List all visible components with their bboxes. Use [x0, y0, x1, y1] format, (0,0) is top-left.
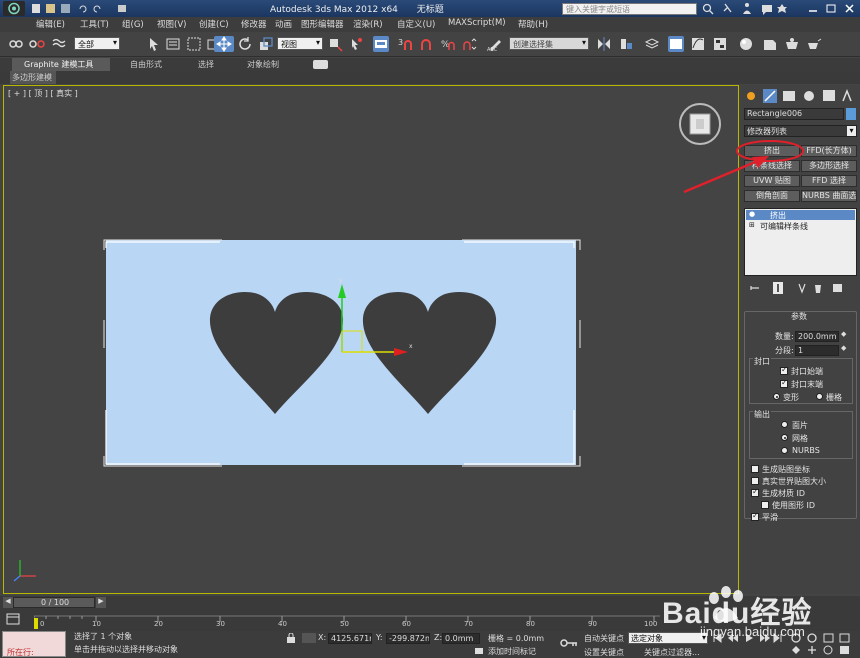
z-coord-value: 0.0mm [445, 634, 474, 643]
ruler-label: 100 [644, 620, 658, 628]
selection-status: 选择了 1 个对象 [72, 632, 272, 643]
key-filters-button[interactable]: 关键点过滤器... [644, 647, 700, 658]
prompt-line: 单击并拖动以选择并移动对象 [72, 645, 282, 656]
time-slider-frame: 0 / 100 [41, 598, 70, 607]
watermark-url: jingyan.baidu.com [700, 624, 805, 639]
ruler-label: 50 [340, 620, 349, 628]
maxscript-listener[interactable]: 所在行: [2, 631, 66, 657]
ruler-label: 60 [402, 620, 411, 628]
absolute-mode-icon[interactable] [302, 633, 316, 643]
prompt-text: 单击并拖动以选择并移动对象 [74, 645, 178, 654]
ruler-label: 0 [40, 620, 45, 628]
x-coord-label: X: [318, 633, 327, 642]
time-tag-icon[interactable] [474, 646, 484, 656]
auto-key-button[interactable]: 自动关键点 [584, 633, 624, 644]
x-coord-field[interactable]: 4125.671m [328, 633, 372, 644]
y-coord-label: Y: [376, 633, 383, 642]
z-coord-field[interactable]: 0.0mm [442, 633, 480, 644]
set-key-button[interactable]: 设置关键点 [584, 647, 624, 658]
time-ruler: 0 10 20 30 40 50 60 70 80 90 100 [33, 610, 660, 630]
ruler-label: 20 [154, 620, 163, 628]
selection-status-text: 选择了 1 个对象 [74, 632, 133, 641]
z-coord-label: Z: [434, 633, 443, 642]
time-slider-left-arrow[interactable]: ◀ [3, 597, 13, 608]
selected-object-value: 选定对象 [631, 634, 663, 643]
annotation-overlay [683, 140, 804, 194]
ruler-label: 10 [92, 620, 101, 628]
time-slider-right-arrow[interactable]: ▶ [96, 597, 106, 608]
x-coord-value: 4125.671m [331, 634, 371, 643]
maxscript-listener-label: 所在行: [7, 648, 34, 657]
highlight-ellipse [736, 140, 804, 162]
annotation-arrow [683, 158, 761, 194]
baidu-watermark: Baidu经验 jingyan.baidu.com [660, 586, 858, 646]
ruler-label: 80 [526, 620, 535, 628]
key-icon[interactable] [560, 637, 578, 649]
ruler-label: 70 [464, 620, 473, 628]
filmstrip-icon[interactable] [6, 613, 20, 625]
time-slider-thumb[interactable]: 0 / 100 [13, 597, 95, 608]
y-coord-value: -299.872m [389, 634, 430, 643]
y-coord-field[interactable]: -299.872m [386, 633, 430, 644]
add-time-tag[interactable]: 添加时间标记 [488, 646, 536, 657]
lock-icon[interactable] [286, 632, 296, 643]
ruler-label: 90 [588, 620, 597, 628]
ruler-label: 30 [216, 620, 225, 628]
grid-size: 栅格 = 0.0mm [488, 634, 545, 643]
ruler-label: 40 [278, 620, 287, 628]
